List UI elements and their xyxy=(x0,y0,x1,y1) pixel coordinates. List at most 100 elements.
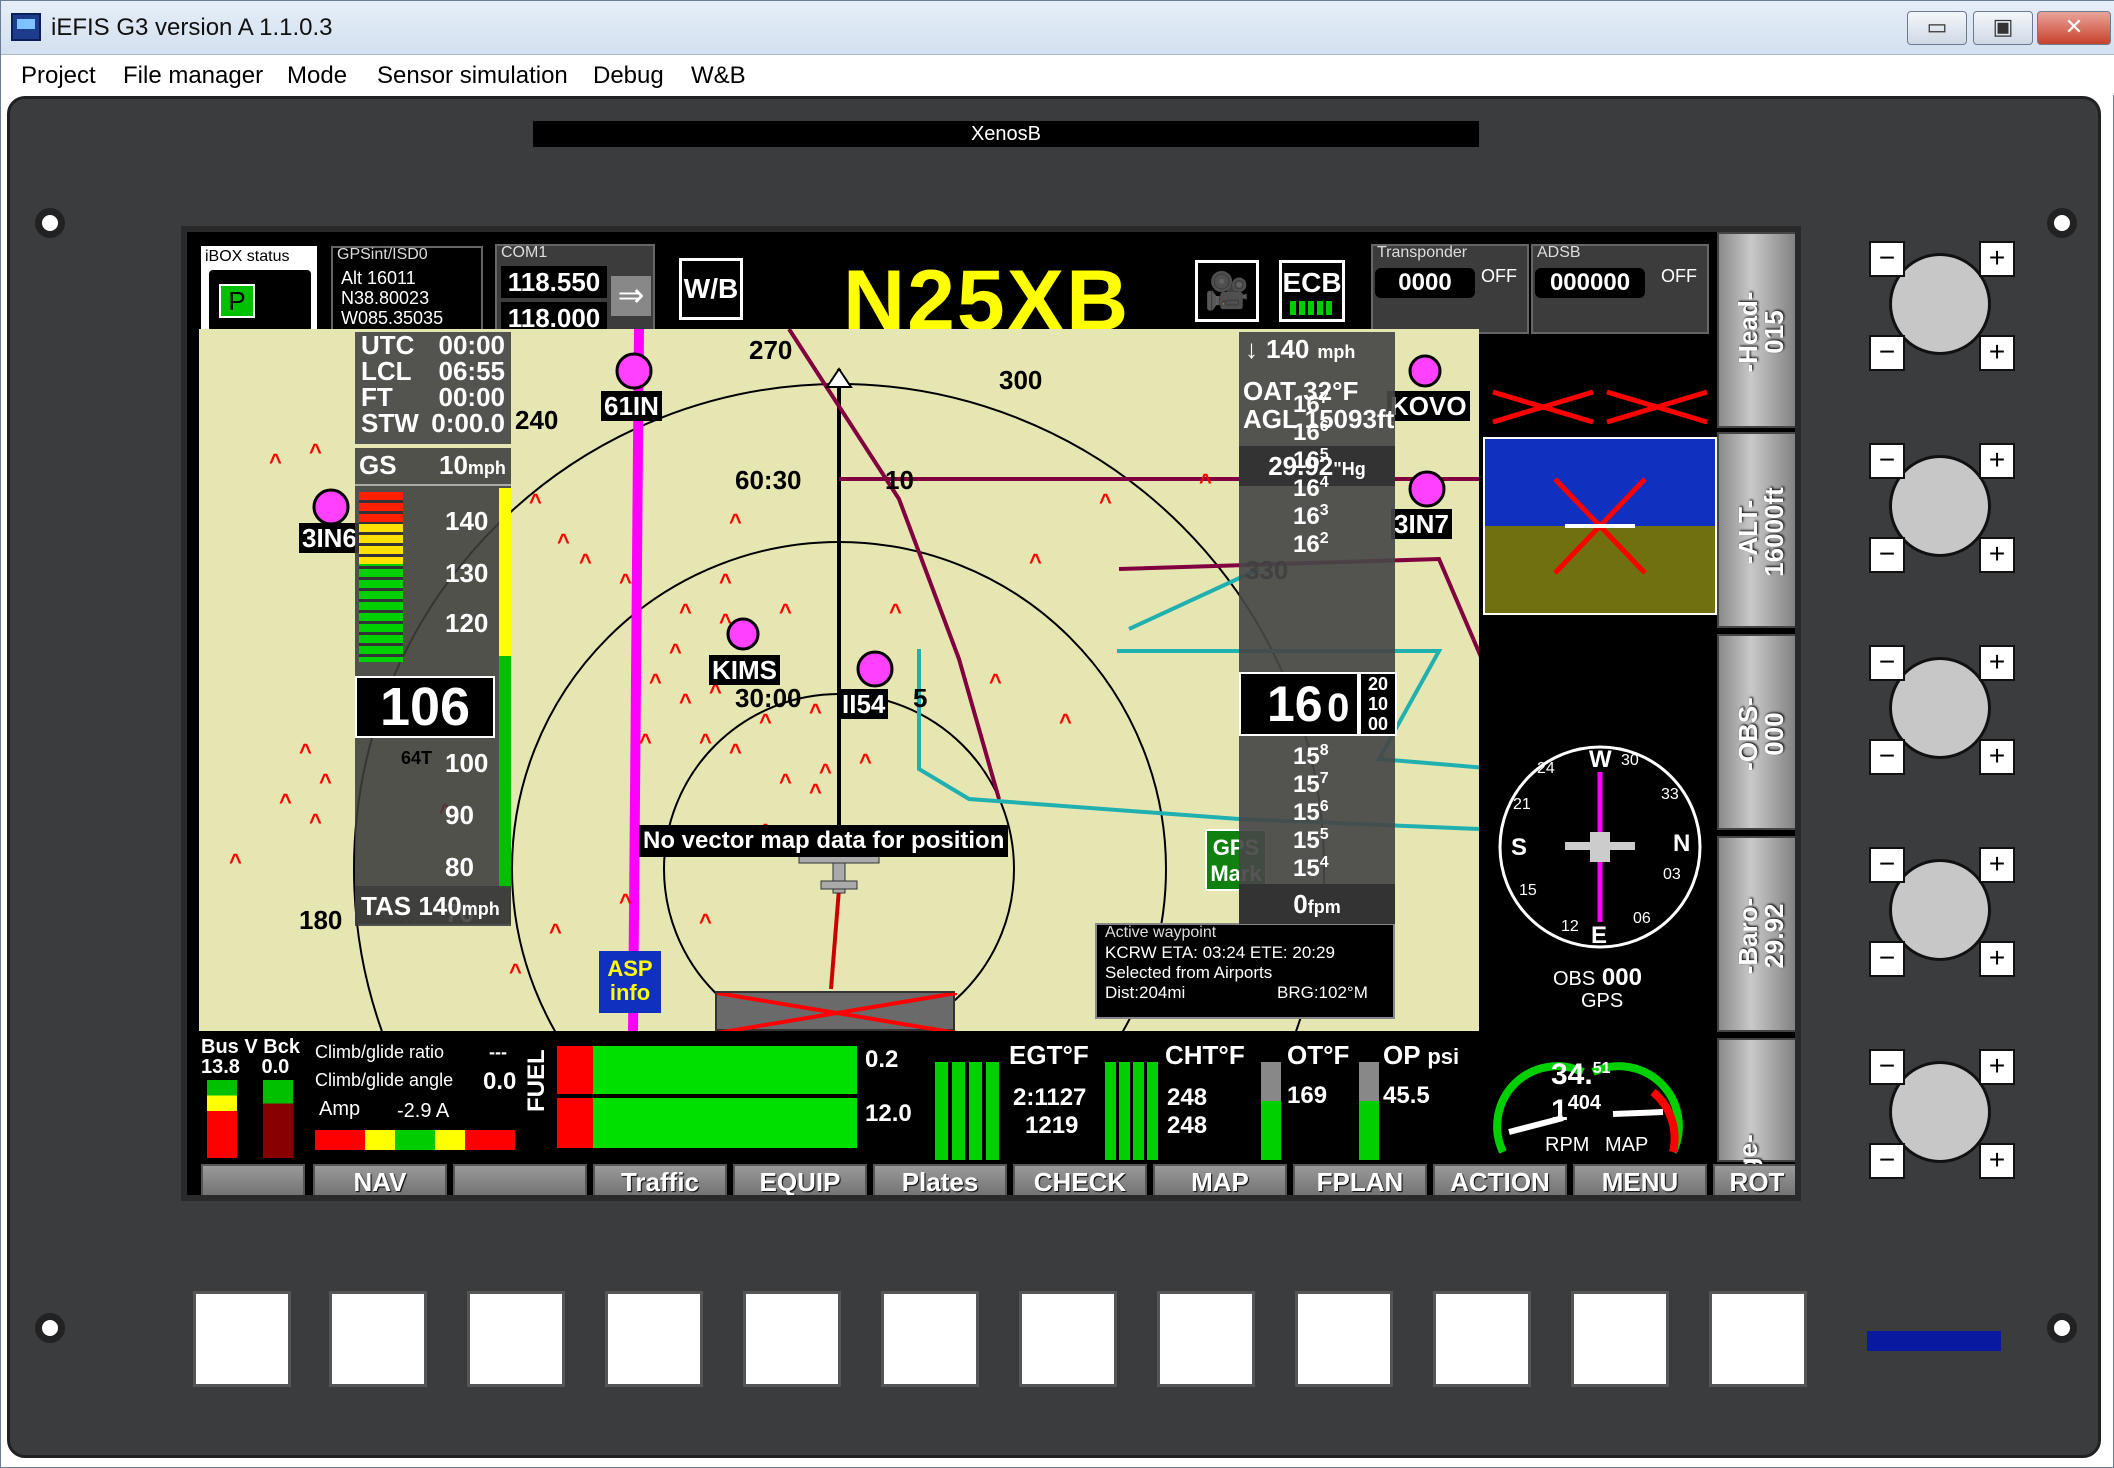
plus-button[interactable]: + xyxy=(1979,645,2015,681)
menu-wb[interactable]: W&B xyxy=(691,59,746,93)
bezel-button-9[interactable] xyxy=(1295,1291,1393,1387)
cg-ratio-label: Climb/glide ratio xyxy=(315,1042,445,1062)
rpm-readout: 1404 xyxy=(1551,1092,1601,1128)
waypoint-label[interactable]: 61IN xyxy=(601,391,662,421)
screw-icon xyxy=(35,208,65,238)
bezel-button-10[interactable] xyxy=(1433,1291,1531,1387)
asp-info-button[interactable]: ASP info xyxy=(599,951,661,1013)
menu-project[interactable]: Project xyxy=(21,59,96,93)
menu-sensor-simulation[interactable]: Sensor simulation xyxy=(377,59,568,93)
softkey-action[interactable]: ACTION xyxy=(1433,1164,1567,1195)
softkey-plates[interactable]: Plates xyxy=(873,1164,1007,1195)
bezel-button-8[interactable] xyxy=(1157,1291,1255,1387)
bezel-button-1[interactable] xyxy=(193,1291,291,1387)
transponder-box[interactable]: Transponder 0000 OFF xyxy=(1371,244,1529,334)
softkey-1[interactable] xyxy=(201,1164,305,1195)
plus-button[interactable]: + xyxy=(1979,241,2015,277)
obs-button[interactable]: -OBS- 000 xyxy=(1717,634,1795,830)
svg-text:^: ^ xyxy=(719,569,732,594)
window-title: iEFIS G3 version A 1.1.0.3 xyxy=(51,14,333,41)
obs-label: OBS xyxy=(1553,968,1596,990)
minus-button[interactable]: − xyxy=(1869,537,1905,573)
svg-text:^: ^ xyxy=(859,749,872,774)
softkey-3[interactable] xyxy=(453,1164,587,1195)
softkey-map[interactable]: MAP xyxy=(1153,1164,1287,1195)
plus-button[interactable]: + xyxy=(1979,1143,2015,1179)
softkey-equip[interactable]: EQUIP xyxy=(733,1164,867,1195)
com1-box[interactable]: COM1 118.550 118.000 ⇒ xyxy=(495,244,655,336)
plus-button[interactable]: + xyxy=(1979,941,2015,977)
bezel-button-11[interactable] xyxy=(1571,1291,1669,1387)
maximize-button[interactable]: ▣ xyxy=(1973,11,2033,45)
minus-button[interactable]: − xyxy=(1869,739,1905,775)
minus-button[interactable]: − xyxy=(1869,941,1905,977)
lcl-label: LCL xyxy=(361,356,412,386)
com1-label: COM1 xyxy=(501,244,548,261)
softkey-check[interactable]: CHECK xyxy=(1013,1164,1147,1195)
active-waypoint-box[interactable]: Active waypoint KCRW ETA: 03:24 ETE: 20:… xyxy=(1095,923,1395,1019)
svg-text:^: ^ xyxy=(649,669,662,694)
plus-button[interactable]: + xyxy=(1979,739,2015,775)
softkey-nav[interactable]: NAV xyxy=(313,1164,447,1195)
fuel-label: FUEL xyxy=(523,1049,550,1112)
plus-button[interactable]: + xyxy=(1979,537,2015,573)
adsb-state: OFF xyxy=(1661,266,1697,286)
gps-label: GPSint/ISD0 xyxy=(337,246,428,263)
bezel-button-12[interactable] xyxy=(1709,1291,1807,1387)
bezel-button-2[interactable] xyxy=(329,1291,427,1387)
attitude-indicator xyxy=(1483,437,1717,615)
waypoint-label[interactable]: KOVO xyxy=(1387,391,1470,421)
minimize-button[interactable]: ▭ xyxy=(1907,11,1967,45)
bezel-button-7[interactable] xyxy=(1019,1291,1117,1387)
svg-text:^: ^ xyxy=(309,439,322,464)
minus-button[interactable]: − xyxy=(1869,645,1905,681)
softkey-rot[interactable]: ROT xyxy=(1713,1164,1795,1195)
egt-label: EGT°F xyxy=(1009,1040,1089,1070)
minus-button[interactable]: − xyxy=(1869,847,1905,883)
minus-button[interactable]: − xyxy=(1869,335,1905,371)
softkey-traffic[interactable]: Traffic xyxy=(593,1164,727,1195)
altitude-tick: 155 xyxy=(1293,826,1329,854)
minus-button[interactable]: − xyxy=(1869,1049,1905,1085)
waypoint-label[interactable]: 3IN7 xyxy=(1391,509,1452,539)
waypoint-label[interactable]: KIMS xyxy=(709,655,780,685)
svg-text:^: ^ xyxy=(579,549,592,574)
camera-icon[interactable]: 🎥 xyxy=(1195,260,1259,322)
page-button[interactable]: -Page- 3 xyxy=(1717,1038,1795,1195)
menu-debug[interactable]: Debug xyxy=(593,59,664,93)
course-line xyxy=(628,329,644,1031)
bezel-button-6[interactable] xyxy=(881,1291,979,1387)
bck-bar xyxy=(263,1080,293,1158)
softkey-menu[interactable]: MENU xyxy=(1573,1164,1707,1195)
menu-mode[interactable]: Mode xyxy=(287,59,347,93)
waypoint-label[interactable]: 3IN6 xyxy=(299,523,360,553)
adsb-box[interactable]: ADSB 000000 OFF xyxy=(1531,244,1709,334)
altitude-roller: 20 10 00 xyxy=(1359,672,1397,736)
head-button[interactable]: -Head- 015 xyxy=(1717,232,1795,428)
egt-value-2: 1219 xyxy=(1025,1112,1079,1139)
plus-button[interactable]: + xyxy=(1979,1049,2015,1085)
plus-button[interactable]: + xyxy=(1979,335,2015,371)
plus-button[interactable]: + xyxy=(1979,847,2015,883)
waypoint-label[interactable]: II54 xyxy=(839,689,889,719)
adsb-code: 000000 xyxy=(1535,268,1645,298)
svg-text:^: ^ xyxy=(729,509,742,534)
swap-icon[interactable]: ⇒ xyxy=(611,276,651,316)
minus-button[interactable]: − xyxy=(1869,241,1905,277)
bezel-button-4[interactable] xyxy=(605,1291,703,1387)
close-button[interactable]: ✕ xyxy=(2037,11,2111,45)
roller-digit: 00 xyxy=(1367,714,1389,734)
plus-button[interactable]: + xyxy=(1979,443,2015,479)
minus-button[interactable]: − xyxy=(1869,1143,1905,1179)
alt-button[interactable]: -ALT- 16000ft xyxy=(1717,432,1795,628)
menu-file-manager[interactable]: File manager xyxy=(123,59,263,93)
bezel-button-3[interactable] xyxy=(467,1291,565,1387)
softkey-fplan[interactable]: FPLAN xyxy=(1293,1164,1427,1195)
wb-button[interactable]: W/B xyxy=(679,258,743,320)
bezel-button-5[interactable] xyxy=(743,1291,841,1387)
minus-button[interactable]: − xyxy=(1869,443,1905,479)
roller-digit: 20 xyxy=(1367,674,1389,694)
altitude-tick: 163 xyxy=(1293,502,1329,530)
baro-button[interactable]: -Baro- 29.92 xyxy=(1717,836,1795,1032)
ecb-button[interactable]: ECB xyxy=(1279,260,1345,322)
